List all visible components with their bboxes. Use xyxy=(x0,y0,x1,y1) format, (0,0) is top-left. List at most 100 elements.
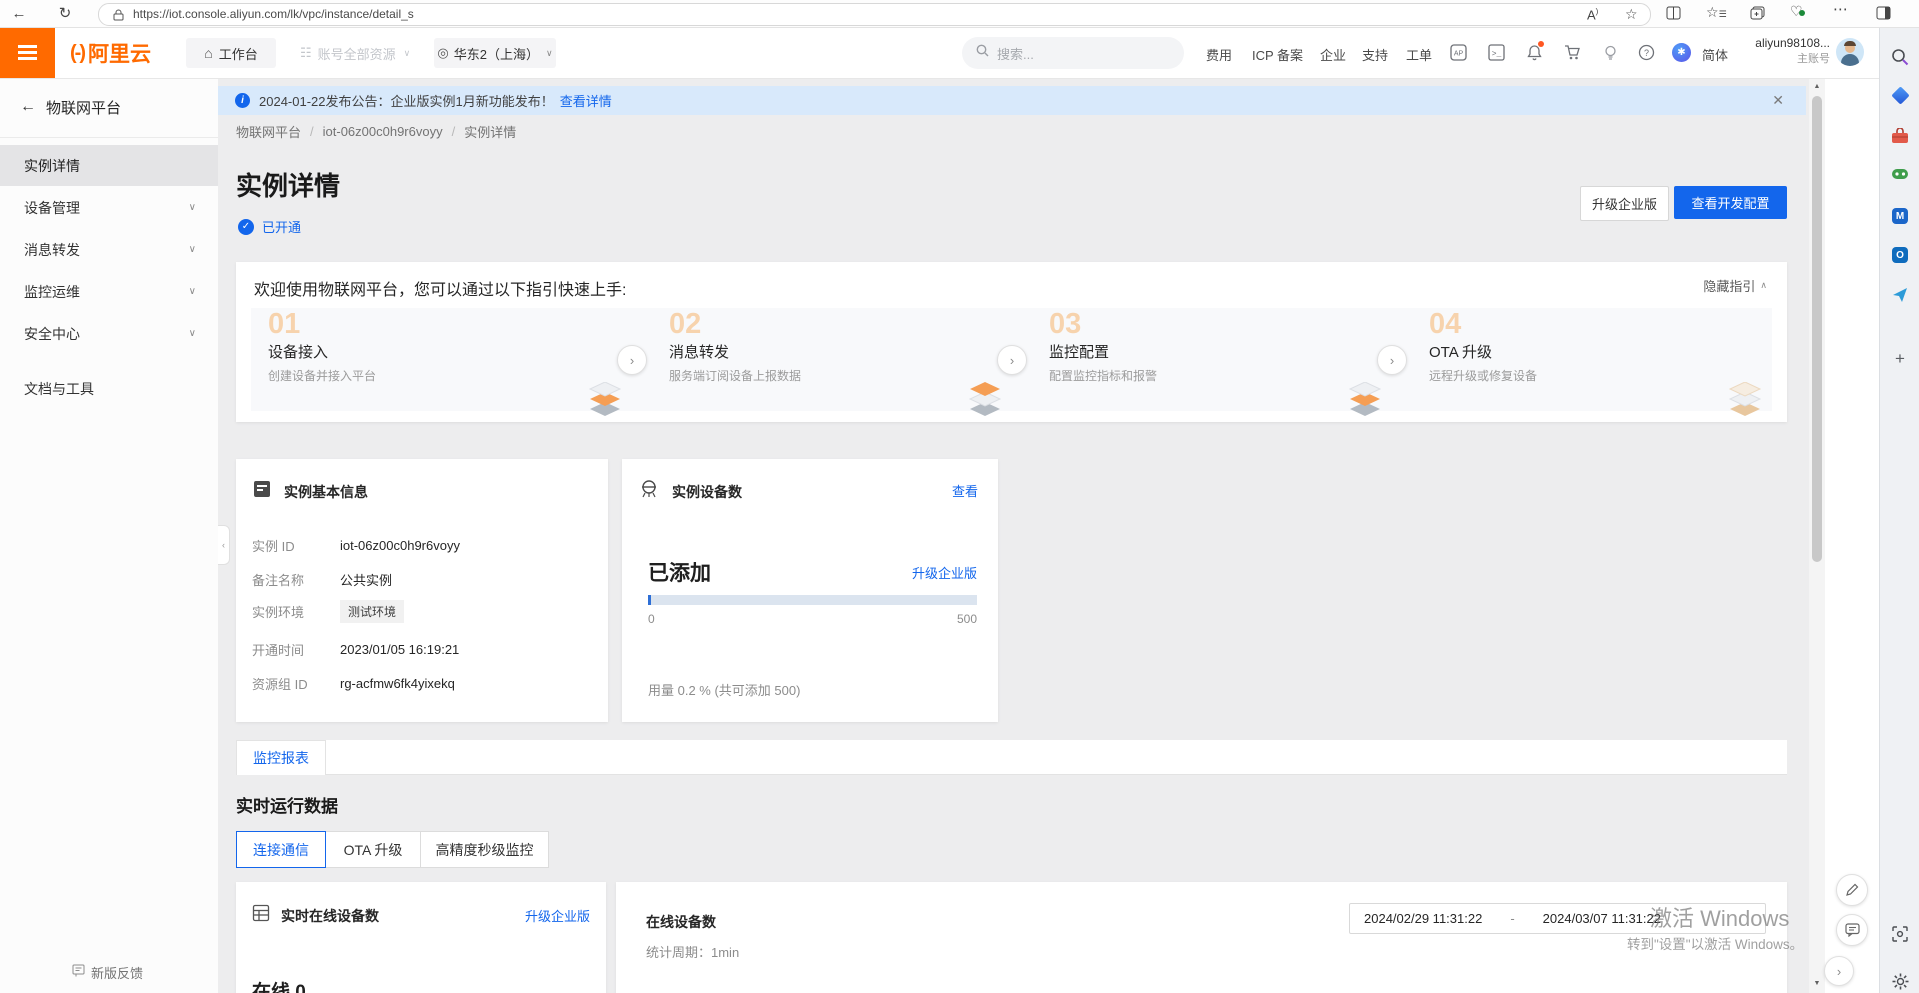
api-icon[interactable]: AP xyxy=(1450,44,1467,66)
asterisk-badge-icon[interactable]: ✱ xyxy=(1672,43,1691,62)
sidebar-m365-icon[interactable]: M xyxy=(1888,204,1912,228)
step-number: 01 xyxy=(268,308,300,341)
info-row: 开通时间2023/01/05 16:19:21 xyxy=(252,640,459,659)
scroll-down-arrow[interactable]: ▼ xyxy=(1809,977,1825,991)
username: aliyun98108... xyxy=(1742,36,1830,50)
realtime-online-card: 实时在线设备数 升级企业版 在线 0 xyxy=(236,882,606,993)
guide-step-message-forwarding[interactable]: 02 消息转发 服务端订阅设备上报数据 xyxy=(631,308,1011,411)
browser-refresh-icon[interactable]: ↻ xyxy=(52,0,78,27)
guide-arrow-icon[interactable]: › xyxy=(617,345,647,375)
nav-menu-tickets[interactable]: 工单 xyxy=(1406,45,1432,64)
date-end[interactable]: 2024/03/07 11:31:22 xyxy=(1543,911,1661,926)
sidebar-item-docs-tools[interactable]: 文档与工具 xyxy=(0,368,218,409)
sidebar-drop-icon[interactable] xyxy=(1888,283,1912,307)
breadcrumb-item[interactable]: 物联网平台 xyxy=(236,122,301,141)
banner-detail-link[interactable]: 查看详情 xyxy=(560,91,612,110)
avatar[interactable] xyxy=(1836,38,1864,66)
lightbulb-icon[interactable] xyxy=(1602,44,1619,66)
upgrade-enterprise-link[interactable]: 升级企业版 xyxy=(912,563,977,582)
view-link[interactable]: 查看 xyxy=(952,481,978,500)
view-dev-config-button[interactable]: 查看开发配置 xyxy=(1674,186,1787,219)
tab-monitor-report[interactable]: 监控报表 xyxy=(236,740,326,775)
help-icon[interactable]: ? xyxy=(1638,44,1655,66)
sidebar-item-message-forwarding[interactable]: 消息转发∨ xyxy=(0,229,218,270)
sidebar-search-icon[interactable] xyxy=(1888,45,1912,69)
device-progress-track xyxy=(648,595,977,605)
hamburger-menu[interactable] xyxy=(0,27,55,78)
date-start[interactable]: 2024/02/29 11:31:22 xyxy=(1364,911,1482,926)
nav-menu-enterprise[interactable]: 企业 xyxy=(1320,45,1346,64)
workbench-button[interactable]: ⌂ 工作台 xyxy=(186,38,276,68)
account-resources-dropdown[interactable]: ☷ 账号全部资源 ∨ xyxy=(300,38,410,68)
scroll-up-arrow[interactable]: ▲ xyxy=(1809,80,1825,94)
cart-icon[interactable] xyxy=(1564,44,1581,66)
workbench-label: 工作台 xyxy=(219,44,258,63)
sidebar-item-device-management[interactable]: 设备管理∨ xyxy=(0,187,218,228)
sidebar-divider xyxy=(0,137,218,138)
collapse-sidebar-handle[interactable]: ‹ xyxy=(218,525,230,565)
cubes-illustration xyxy=(1724,382,1766,425)
step-desc: 配置监控指标和报警 xyxy=(1049,367,1157,384)
stat-period: 统计周期：1min xyxy=(646,942,739,961)
browser-menu-icon[interactable]: ⋯ xyxy=(1833,0,1848,18)
subtab-high-precision[interactable]: 高精度秒级监控 xyxy=(420,831,549,868)
row-value: iot-06z00c0h9r6voyy xyxy=(340,538,460,553)
sidebar-shopping-icon[interactable] xyxy=(1888,83,1912,107)
back-arrow-icon[interactable]: ← xyxy=(20,98,36,116)
sidebar-capture-icon[interactable] xyxy=(1888,922,1912,946)
row-label: 实例环境 xyxy=(252,602,340,621)
sidebar-header[interactable]: ← 物联网平台 xyxy=(20,96,121,118)
guide-step-ota-upgrade[interactable]: 04 OTA 升级 远程升级或修复设备 xyxy=(1391,308,1771,411)
aliyun-logo[interactable]: (-) 阿里云 xyxy=(70,39,151,67)
terminal-icon[interactable]: >_ xyxy=(1488,44,1505,66)
guide-arrow-icon[interactable]: › xyxy=(997,345,1027,375)
nav-menu-fees[interactable]: 费用 xyxy=(1206,45,1232,64)
sidebar-toolbox-icon[interactable] xyxy=(1888,124,1912,148)
sidebar-games-icon[interactable] xyxy=(1888,162,1912,186)
url-bar[interactable]: https://iot.console.aliyun.com/lk/vpc/in… xyxy=(98,3,1651,26)
sidebar-item-security-center[interactable]: 安全中心∨ xyxy=(0,313,218,354)
scrollbar-thumb[interactable] xyxy=(1812,96,1822,562)
nav-menu-icp[interactable]: ICP 备案 xyxy=(1252,45,1303,64)
close-icon[interactable]: ✕ xyxy=(1772,92,1784,109)
collections-icon[interactable] xyxy=(1750,6,1765,25)
sidebar-item-monitoring-ops[interactable]: 监控运维∨ xyxy=(0,271,218,312)
subtab-connection[interactable]: 连接通信 xyxy=(236,831,326,868)
region-selector[interactable]: ◎ 华东2（上海） ∨ xyxy=(434,38,556,68)
breadcrumb-item[interactable]: iot-06z00c0h9r6voyy xyxy=(323,124,443,139)
upgrade-enterprise-button[interactable]: 升级企业版 xyxy=(1580,186,1669,221)
status-text: 已开通 xyxy=(262,217,301,236)
guide-arrow-icon[interactable]: › xyxy=(1377,345,1407,375)
online-devices-card: 在线设备数 统计周期：1min 2024/02/29 11:31:22 - 20… xyxy=(616,882,1787,993)
split-screen-icon[interactable] xyxy=(1666,6,1681,25)
guide-step-monitor-config[interactable]: 03 监控配置 配置监控指标和报警 xyxy=(1011,308,1391,411)
nav-search-box[interactable]: 搜索... xyxy=(962,37,1184,69)
survey-pencil-button[interactable] xyxy=(1836,874,1868,906)
browser-essentials-icon[interactable]: ♡ xyxy=(1790,3,1803,20)
user-info[interactable]: aliyun98108... 主账号 xyxy=(1742,36,1830,66)
sidebar-settings-icon[interactable] xyxy=(1888,969,1912,993)
hide-guide-toggle[interactable]: 隐藏指引 ∧ xyxy=(1703,276,1767,295)
url-text[interactable]: https://iot.console.aliyun.com/lk/vpc/in… xyxy=(133,7,414,21)
nav-search-placeholder: 搜索... xyxy=(997,44,1034,63)
subtab-ota[interactable]: OTA 升级 xyxy=(325,831,421,868)
feedback-button[interactable]: 新版反馈 xyxy=(72,963,143,982)
favorites-list-icon[interactable]: ☆☰ xyxy=(1706,4,1727,21)
sidebar-item-instance-detail[interactable]: 实例详情 xyxy=(0,145,218,186)
sidebar-add-icon[interactable]: + xyxy=(1888,347,1912,371)
feedback-chat-button[interactable] xyxy=(1836,914,1868,946)
aliyun-logo-bracket: (-) xyxy=(70,42,84,65)
date-range-picker[interactable]: 2024/02/29 11:31:22 - 2024/03/07 11:31:2… xyxy=(1349,903,1766,934)
upgrade-enterprise-link[interactable]: 升级企业版 xyxy=(525,906,590,925)
guide-step-device-access[interactable]: 01 设备接入 创建设备并接入平台 xyxy=(251,308,631,411)
language-selector[interactable]: 简体 xyxy=(1702,45,1728,64)
notification-bell-icon[interactable] xyxy=(1526,44,1543,66)
expand-panel-button[interactable]: › xyxy=(1824,956,1854,986)
nav-menu-support[interactable]: 支持 xyxy=(1362,45,1388,64)
row-label: 资源组 ID xyxy=(252,674,340,693)
read-aloud-icon[interactable]: A) xyxy=(1587,7,1598,22)
sidebar-toggle-icon[interactable] xyxy=(1876,6,1891,25)
browser-back-icon[interactable]: ← xyxy=(6,0,32,27)
sidebar-outlook-icon[interactable]: O xyxy=(1888,243,1912,267)
favorite-star-icon[interactable]: ☆ xyxy=(1625,6,1638,23)
